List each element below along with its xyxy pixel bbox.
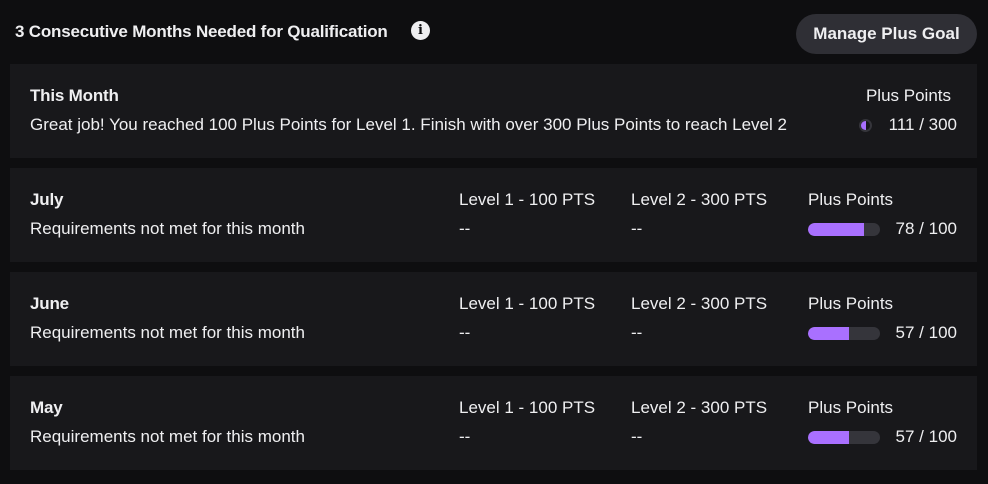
month-status: Requirements not met for this month (30, 219, 305, 238)
info-icon[interactable]: i (411, 21, 430, 40)
month-name: May (30, 398, 63, 417)
month-card-may: May Requirements not met for this month … (10, 376, 977, 470)
level1-label: Level 1 - 100 PTS (459, 398, 596, 417)
plus-points-label: Plus Points (808, 398, 894, 417)
month-card-june: June Requirements not met for this month… (10, 272, 977, 366)
month-status: Requirements not met for this month (30, 323, 305, 342)
level1-value: -- (459, 427, 471, 446)
plus-points-label: Plus Points (865, 86, 951, 105)
progress-ring (859, 119, 872, 132)
level2-label: Level 2 - 300 PTS (631, 190, 768, 209)
this-month-card: This Month Great job! You reached 100 Pl… (10, 64, 977, 158)
manage-plus-goal-button[interactable]: Manage Plus Goal (796, 14, 977, 54)
level2-value: -- (631, 219, 643, 238)
plus-points-progress-bar (808, 223, 880, 236)
level2-label: Level 2 - 300 PTS (631, 294, 768, 313)
month-status: Requirements not met for this month (30, 427, 305, 446)
progress-bar-fill (808, 327, 850, 340)
plus-points-value: 57 / 100 (895, 323, 957, 342)
level1-label: Level 1 - 100 PTS (459, 294, 596, 313)
month-message: Great job! You reached 100 Plus Points f… (30, 115, 787, 134)
progress-ring-fill (861, 121, 866, 130)
page-title: 3 Consecutive Months Needed for Qualific… (15, 22, 388, 41)
level1-value: -- (459, 323, 471, 342)
progress-bar-fill (808, 431, 850, 444)
month-name: This Month (30, 86, 119, 105)
level2-label: Level 2 - 300 PTS (631, 398, 768, 417)
month-card-july: July Requirements not met for this month… (10, 168, 977, 262)
level2-value: -- (631, 323, 643, 342)
plus-points-label: Plus Points (808, 294, 894, 313)
month-name: June (30, 294, 69, 313)
plus-points-progress-bar (808, 327, 880, 340)
level1-value: -- (459, 219, 471, 238)
plus-points-value: 57 / 100 (895, 427, 957, 446)
month-name: July (30, 190, 64, 209)
level2-value: -- (631, 427, 643, 446)
plus-points-label: Plus Points (808, 190, 894, 209)
progress-bar-fill (808, 223, 865, 236)
level1-label: Level 1 - 100 PTS (459, 190, 596, 209)
plus-points-value: 78 / 100 (895, 219, 957, 238)
plus-points-progress-bar (808, 431, 880, 444)
plus-points-value: 111 / 300 (888, 115, 957, 134)
qualification-header: 3 Consecutive Months Needed for Qualific… (0, 0, 988, 64)
